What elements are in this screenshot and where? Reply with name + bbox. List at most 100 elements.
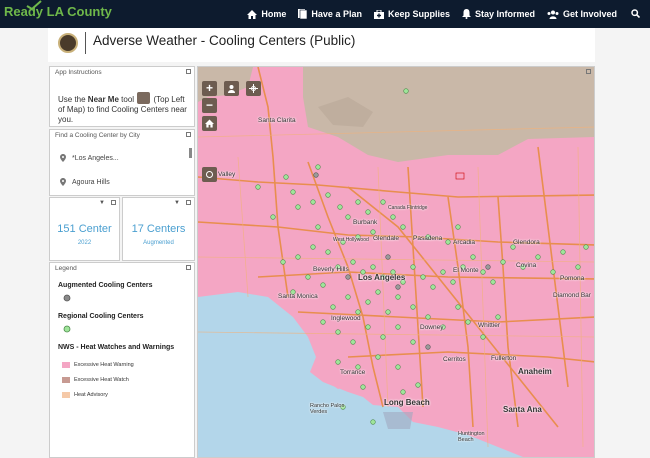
map-label: El Monte [453,267,479,274]
map-label: Covina [516,262,537,269]
nav-stay-informed[interactable]: Stay Informed [461,9,535,19]
city-label: Agoura Hills [72,178,110,186]
map-label: Long Beach [384,398,430,407]
nav-keep-supplies-label: Keep Supplies [387,9,450,19]
city-list-item[interactable]: *Los Angeles... [60,154,119,162]
maximize-icon[interactable] [186,132,191,137]
instructions-text-pre: Use the [58,95,88,104]
app-header: Adverse Weather - Cooling Centers (Publi… [48,28,595,62]
legend-panel: Legend Augmented Cooling Centers Regiona… [49,262,195,458]
near-me-icon [228,85,235,93]
near-me-tool-icon [137,92,151,104]
city-finder-title: Find a Cooling Center by City [55,132,140,139]
logo-la-county-text: LA County [46,4,112,19]
map-pin-icon [60,178,66,186]
heat-advisory-swatch [62,392,70,398]
map-label: Santa Clarita [258,117,296,124]
map-label: Beverly Hills [313,266,349,273]
map-label: Huntington Beach [458,431,485,443]
legend-item-label: Heat Advisory [74,392,108,398]
nav-get-involved[interactable]: Get Involved [547,9,617,19]
nav-keep-supplies[interactable]: Keep Supplies [373,9,450,19]
map-label: Anaheim [518,367,552,376]
map-label: Downey [420,324,444,331]
search-icon [631,9,641,19]
map-view[interactable]: + − Santa Clarita Valley Burbank Canada … [197,66,595,458]
chevron-down-icon[interactable]: ▼ [99,200,105,206]
regional-center-symbol-icon [63,325,71,333]
nav-get-involved-label: Get Involved [562,9,617,19]
nav-home[interactable]: Home [247,9,286,19]
maximize-icon[interactable] [186,265,191,270]
map-label: Canada Flintridge [388,205,428,211]
legend-heading: Regional Cooling Centers [58,313,144,320]
city-list-item[interactable]: Agoura Hills [60,178,110,186]
map-label: Cerritos [443,356,466,363]
app-instructions-panel: App Instructions Use the Near Me tool (T… [49,66,195,127]
indicator-value: 151 Center [57,223,112,235]
measure-icon [206,171,213,178]
legend-item-label: Excessive Heat Watch [74,377,129,383]
instructions-near-me: Near Me [87,95,119,104]
app-instructions-title: App Instructions [55,69,102,76]
map-label: Pasadena [413,235,443,242]
locate-button[interactable] [246,81,261,96]
nav-have-a-plan-label: Have a Plan [311,9,362,19]
legend-heading: Augmented Cooling Centers [58,282,153,289]
checkmark-icon [26,0,42,10]
app-instructions-text: Use the Near Me tool (Top Left of Map) t… [58,92,190,125]
indicator-value: 17 Centers [131,223,186,235]
nav-have-a-plan[interactable]: Have a Plan [298,9,362,19]
map-label: Torrance [340,369,366,376]
map-label: Santa Monica [278,293,318,300]
people-icon [547,10,559,19]
legend-item-label: Excessive Heat Warning [74,362,134,368]
city-list-scrollbar[interactable] [189,148,192,158]
legend-title: Legend [55,265,77,272]
nav-search-button[interactable] [631,5,641,23]
maximize-icon[interactable] [186,69,191,74]
map-label: Pomona [560,275,585,282]
map-label: Inglewood [331,315,361,322]
home-icon [247,9,258,19]
maximize-icon[interactable] [186,200,191,205]
top-navigation-bar: Ready LA County Home Have a Plan Keep Su… [0,0,650,28]
zoom-out-button[interactable]: − [202,98,217,113]
map-label: Fullerton [491,355,517,362]
map-label: Glendora [513,239,540,246]
augmented-centers-indicator: ▼ 17 Centers Augmented [122,197,195,261]
map-label: Diamond Bar [553,292,591,299]
map-label: Los Angeles [358,273,406,282]
near-me-button[interactable] [224,81,239,96]
map-label: Whittier [478,322,501,329]
kit-icon [373,9,384,19]
chevron-down-icon[interactable]: ▼ [174,200,180,206]
indicator-label: Augmented [143,240,174,246]
map-label: West Hollywood [333,237,369,243]
header-divider [85,32,86,54]
ready-la-county-logo[interactable]: Ready LA County [4,0,112,26]
indicator-label: 2022 [77,240,92,246]
nav-home-label: Home [261,9,287,19]
map-label: Arcadia [453,239,476,246]
heat-warning-swatch [62,362,70,368]
instructions-text-mid: tool [118,95,137,104]
maximize-icon[interactable] [586,69,591,74]
map-pin-icon [60,154,66,162]
document-icon [298,9,308,19]
city-finder-panel: Find a Cooling Center by City *Los Angel… [49,129,195,196]
heat-watch-swatch [62,377,70,383]
centers-2022-indicator: ▼ 151 Center 2022 [49,197,120,261]
zoom-in-button[interactable]: + [202,81,217,96]
measure-button[interactable] [202,167,217,182]
home-extent-button[interactable] [202,116,217,131]
maximize-icon[interactable] [111,200,116,205]
page-title: Adverse Weather - Cooling Centers (Publi… [93,33,356,48]
nav-stay-informed-label: Stay Informed [474,9,535,19]
map-label: Rancho Palos Verdes [310,403,345,415]
locate-icon [249,84,258,93]
bell-icon [461,9,471,19]
home-icon [205,119,214,128]
map-label: Valley [218,171,236,178]
map-label: Burbank [353,219,378,226]
